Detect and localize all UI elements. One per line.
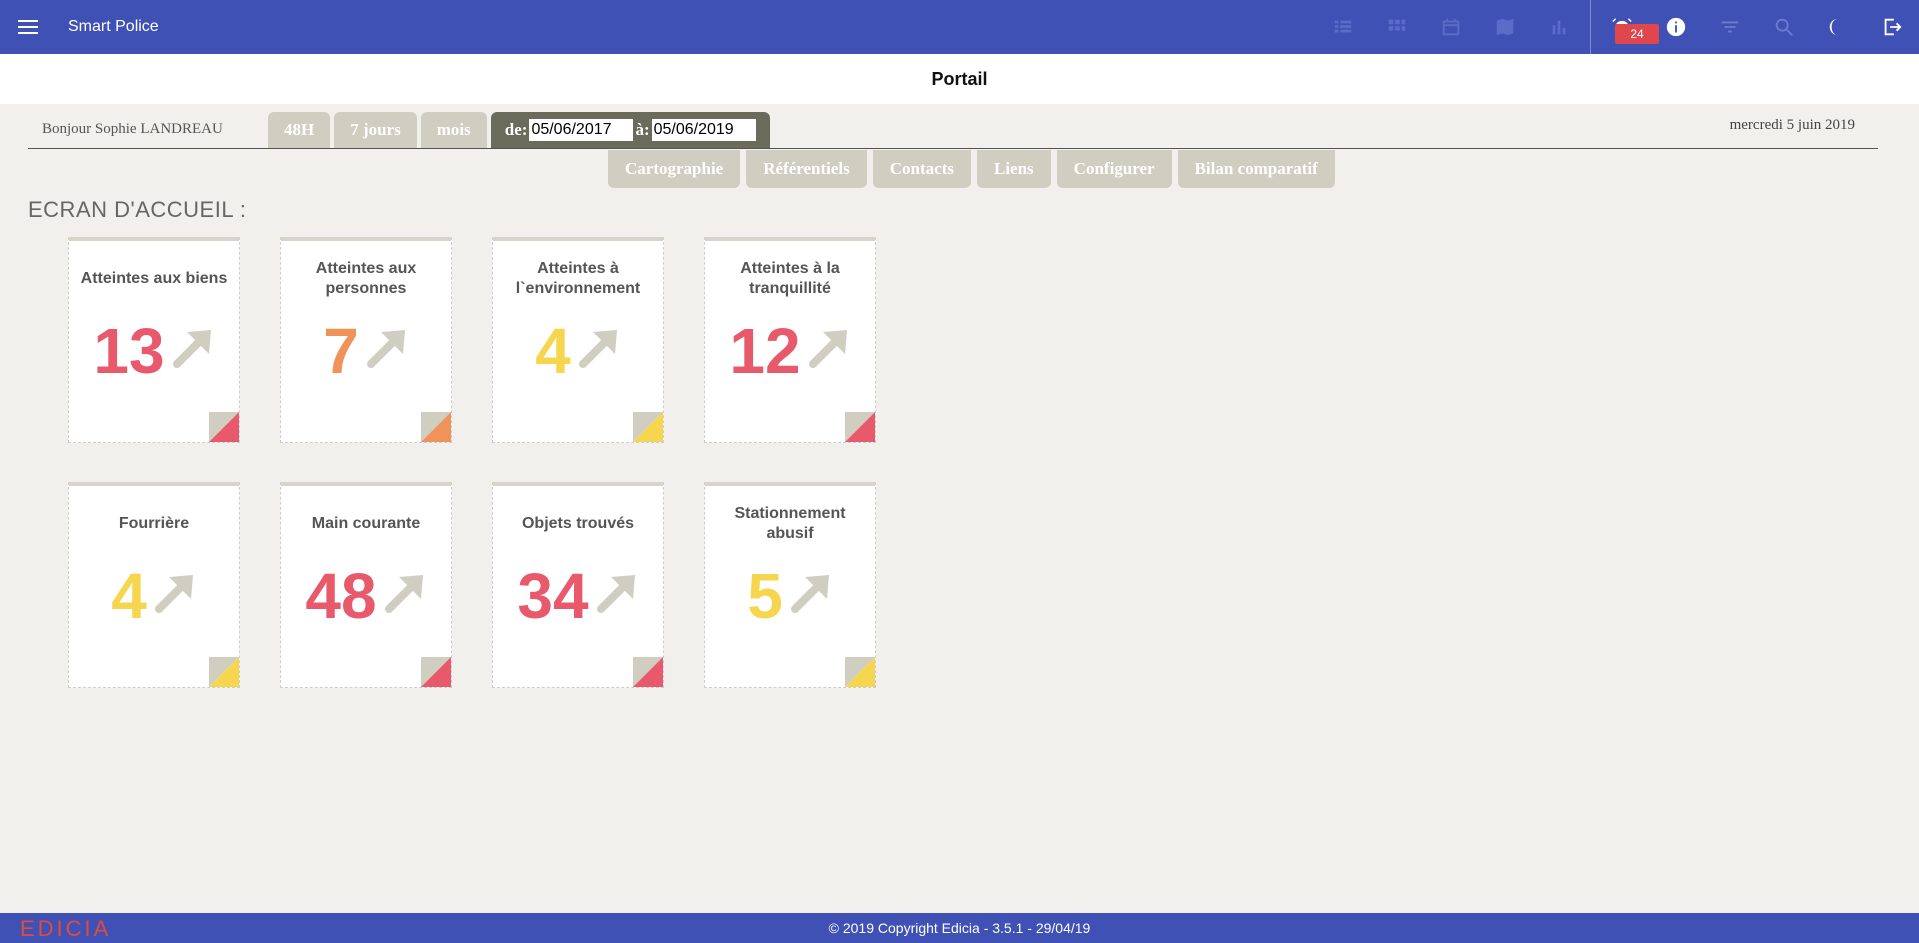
tile-card[interactable]: Atteintes aux biens 13 xyxy=(68,237,240,443)
tile-value-row: 5 xyxy=(705,558,875,634)
tile-card[interactable]: Atteintes à l`environnement 4 xyxy=(492,237,664,443)
tile-corner-flag xyxy=(845,412,875,442)
tile-label: Stationnement abusif xyxy=(734,505,846,542)
tile-corner-flag xyxy=(421,657,451,687)
header-divider xyxy=(28,148,1878,149)
tile-label: Fourrière xyxy=(118,515,190,532)
tile-label: Objets trouvés xyxy=(521,515,635,532)
toolbar-divider xyxy=(1590,0,1591,54)
tab-cartographie[interactable]: Cartographie xyxy=(608,150,741,188)
tile-label: Atteintes aux biens xyxy=(80,270,228,287)
tile-value: 48 xyxy=(305,560,377,632)
app-bar: Smart Police 24 xyxy=(0,0,1919,54)
night-mode-icon[interactable] xyxy=(1811,0,1865,54)
trend-up-arrow-icon xyxy=(808,330,847,368)
range-to-label: à: xyxy=(635,120,650,139)
map-icon[interactable] xyxy=(1478,0,1532,54)
tile-label: Atteintes à la tranquillité xyxy=(740,260,840,297)
greeting-text: Bonjour Sophie LANDREAU xyxy=(42,121,223,137)
tile-value-row: 12 xyxy=(705,313,875,389)
tile-value-row: 48 xyxy=(281,558,451,634)
section-title: ECRAN D'ACCUEIL : xyxy=(28,197,247,222)
tile-corner-flag xyxy=(633,412,663,442)
app-title: Smart Police xyxy=(68,18,159,35)
tab-configurer[interactable]: Configurer xyxy=(1056,150,1172,188)
grid-icon[interactable] xyxy=(1370,0,1424,54)
trend-up-arrow-icon xyxy=(154,575,193,613)
tile-card[interactable]: Atteintes à la tranquillité 12 xyxy=(704,237,876,443)
tile-value-row: 7 xyxy=(281,313,451,389)
tile-corner-flag xyxy=(209,412,239,442)
calendar-icon[interactable] xyxy=(1424,0,1478,54)
trend-up-arrow-icon xyxy=(578,330,617,368)
tile-value: 7 xyxy=(323,315,359,387)
trend-up-arrow-icon xyxy=(790,575,829,613)
toolbar: 24 xyxy=(1316,0,1919,54)
tile-value: 12 xyxy=(729,315,801,387)
footer: © 2019 Copyright Edicia - 3.5.1 - 29/04/… xyxy=(0,913,1919,943)
alarm-badge: 24 xyxy=(1615,24,1659,44)
period-tabs: 48H 7 jours mois de: à: xyxy=(268,112,770,148)
tile-value-row: 4 xyxy=(493,313,663,389)
trend-up-arrow-icon xyxy=(172,330,211,368)
tab-7-jours[interactable]: 7 jours xyxy=(334,112,417,148)
tab-liens[interactable]: Liens xyxy=(976,150,1051,188)
trend-up-arrow-icon xyxy=(366,330,405,368)
tile-value: 4 xyxy=(111,560,147,632)
tile-value: 34 xyxy=(517,560,589,632)
tile-card[interactable]: Atteintes aux personnes 7 xyxy=(280,237,452,443)
tile-card[interactable]: Objets trouvés 34 xyxy=(492,482,664,688)
date-range-tab: de: à: xyxy=(490,112,770,148)
tile-value: 5 xyxy=(747,560,783,632)
trend-up-arrow-icon xyxy=(596,575,635,613)
tile-card[interactable]: Main courante 48 xyxy=(280,482,452,688)
tile-value: 4 xyxy=(535,315,571,387)
trend-up-arrow-icon xyxy=(384,575,423,613)
list-icon[interactable] xyxy=(1316,0,1370,54)
tab-mois[interactable]: mois xyxy=(420,112,487,148)
tile-label: Atteintes aux personnes xyxy=(315,260,417,297)
tab-contacts[interactable]: Contacts xyxy=(872,150,971,188)
tile-corner-flag xyxy=(633,657,663,687)
tab-referentiels[interactable]: Référentiels xyxy=(746,150,867,188)
search-icon[interactable] xyxy=(1757,0,1811,54)
logout-icon[interactable] xyxy=(1865,0,1919,54)
range-from-input[interactable] xyxy=(529,119,634,141)
tile-card[interactable]: Fourrière 4 xyxy=(68,482,240,688)
today-date: mercredi 5 juin 2019 xyxy=(1729,117,1855,133)
alarm-button[interactable]: 24 xyxy=(1595,0,1659,54)
tile-card[interactable]: Stationnement abusif 5 xyxy=(704,482,876,688)
bar-chart-icon[interactable] xyxy=(1532,0,1586,54)
copyright-text: © 2019 Copyright Edicia - 3.5.1 - 29/04/… xyxy=(828,920,1091,936)
menu-icon[interactable] xyxy=(14,13,42,41)
tile-value-row: 4 xyxy=(69,558,239,634)
tile-label: Atteintes à l`environnement xyxy=(515,260,641,297)
tile-corner-flag xyxy=(421,412,451,442)
tile-label: Main courante xyxy=(311,515,421,532)
page-title: Portail xyxy=(0,54,1919,104)
range-to-input[interactable] xyxy=(651,119,756,141)
edicia-logo: EDICIA xyxy=(20,916,112,941)
tile-corner-flag xyxy=(845,657,875,687)
tile-value-row: 34 xyxy=(493,558,663,634)
tile-corner-flag xyxy=(209,657,239,687)
tab-bilan-comparatif[interactable]: Bilan comparatif xyxy=(1177,150,1335,188)
filter-icon[interactable] xyxy=(1703,0,1757,54)
tab-48h[interactable]: 48H xyxy=(268,112,331,148)
tile-value: 13 xyxy=(93,315,165,387)
tile-value-row: 13 xyxy=(69,313,239,389)
range-from-label: de: xyxy=(504,120,528,139)
nav-tabs: Cartographie Référentiels Contacts Liens… xyxy=(608,150,1335,188)
